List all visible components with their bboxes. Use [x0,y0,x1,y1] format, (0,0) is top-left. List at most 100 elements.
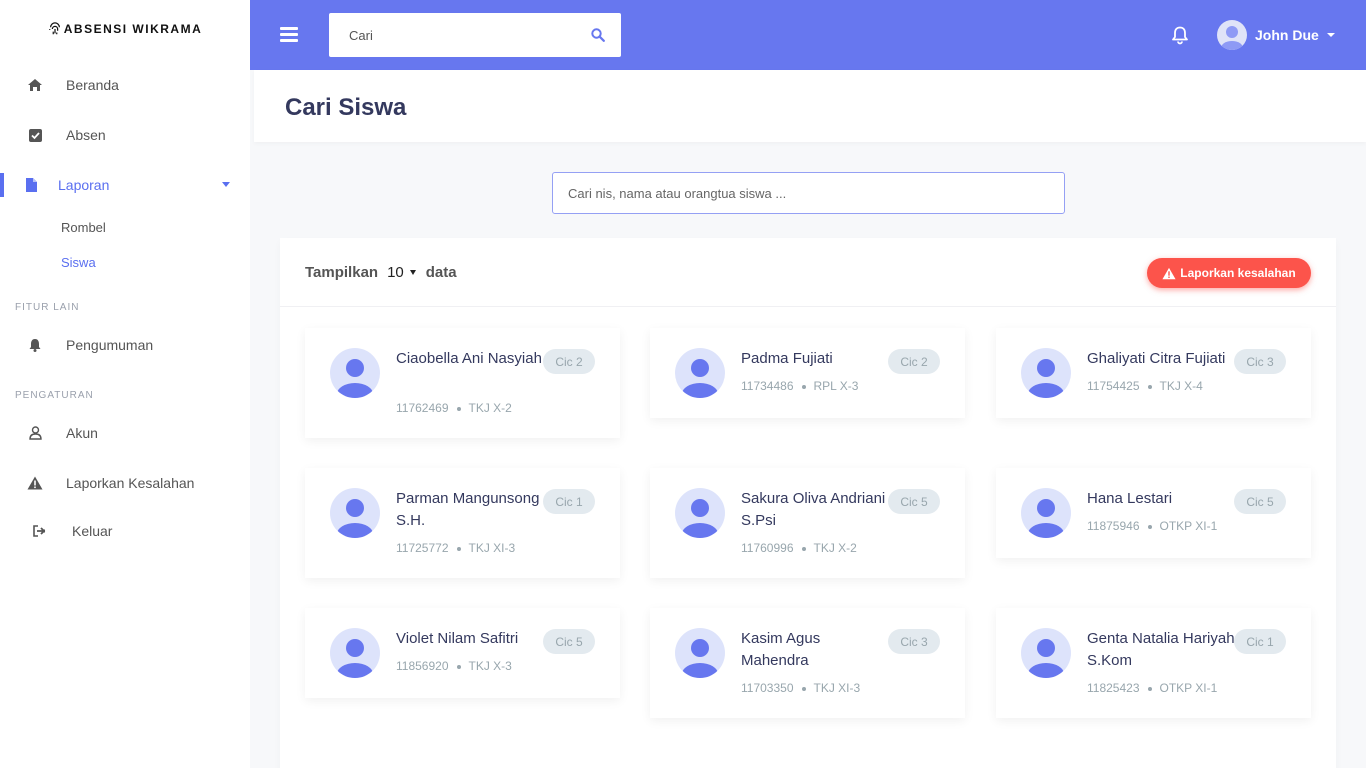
section-label-pengaturan: PENGATURAN [15,389,94,401]
rayon-badge: Cic 3 [888,629,940,654]
student-meta: 11875946 OTKP XI-1 [1087,519,1217,533]
student-avatar [675,488,725,538]
student-rombel: OTKP XI-1 [1159,519,1218,533]
sidebar-item-laporkan-kesalahan[interactable]: Laporkan Kesalahan [0,458,250,508]
rayon-badge: Cic 2 [888,349,940,374]
student-meta: 11734486 RPL X-3 [741,379,858,393]
student-avatar [1021,628,1071,678]
menu-toggle-icon[interactable] [280,27,298,43]
sidebar-item-keluar[interactable]: Keluar [0,508,250,554]
student-meta: 11760996 TKJ X-2 [741,541,857,555]
rayon-badge: Cic 3 [1234,349,1286,374]
student-card[interactable]: Genta Natalia Hariyah S.Kom 11825423 OTKP… [996,608,1311,718]
student-name: Padma Fujiati [741,350,833,367]
student-nis: 11762469 [396,401,449,415]
student-name: Ciaobella Ani Nasyiah [396,350,542,367]
report-button-label: Laporkan kesalahan [1180,266,1296,280]
warning-icon [1162,267,1176,279]
separator-dot [1147,384,1152,389]
topbar: John Due [250,0,1366,70]
user-menu[interactable]: John Due [1217,20,1335,50]
student-card[interactable]: Padma Fujiati 11734486 RPL X-3 Cic 2 [650,328,965,418]
page-header: Cari Siswa [254,70,1366,142]
page-size-select[interactable]: 10 [387,264,416,281]
sidebar-item-akun[interactable]: Akun [0,408,250,458]
student-rombel: TKJ X-2 [813,541,857,555]
page-size-value: 10 [387,264,404,281]
student-meta: 11825423 OTKP XI-1 [1087,681,1217,695]
student-meta: 11762469 TKJ X-2 [396,401,512,415]
student-rombel: TKJ X-2 [468,401,512,415]
sign-out-icon [31,522,49,540]
sidebar-item-label: Keluar [72,523,113,539]
student-avatar [675,348,725,398]
student-meta: 11856920 TKJ X-3 [396,659,512,673]
section-label-fitur-lain: FITUR LAIN [15,301,80,313]
separator-dot [801,546,806,551]
fingerprint-icon [48,21,60,34]
student-name: Ghaliyati Citra Fujiati [1087,350,1226,367]
sidebar: ABSENSI WIKRAMA Beranda Absen Laporan Ro… [0,0,250,768]
student-search-input[interactable] [553,173,1064,213]
student-nis: 11754425 [1087,379,1140,393]
rayon-badge: Cic 5 [1234,489,1286,514]
separator-dot [456,546,461,551]
student-avatar [330,628,380,678]
brand-logo[interactable]: ABSENSI WIKRAMA [0,0,250,60]
student-meta: 11725772 TKJ XI-3 [396,541,515,555]
student-card[interactable]: Ciaobella Ani Nasyiah 11762469 TKJ X-2 Ci… [305,328,620,438]
student-nis: 11856920 [396,659,449,673]
sidebar-item-laporan[interactable]: Laporan [0,160,250,210]
brand-name: ABSENSI WIKRAMA [63,21,203,36]
sidebar-subitem-rombel[interactable]: Rombel [0,210,250,245]
rayon-badge: Cic 5 [543,629,595,654]
rayon-badge: Cic 5 [888,489,940,514]
student-meta: 11703350 TKJ XI-3 [741,681,860,695]
student-rombel: RPL X-3 [813,379,859,393]
sidebar-subitem-siswa[interactable]: Siswa [0,245,250,280]
page-title: Cari Siswa [285,94,407,121]
student-card[interactable]: Kasim Agus Mahendra 11703350 TKJ XI-3 Cic… [650,608,965,718]
sidebar-item-label: Pengumuman [66,337,154,353]
student-card[interactable]: Ghaliyati Citra Fujiati 11754425 TKJ X-4 … [996,328,1311,418]
sidebar-item-label: Beranda [66,77,119,93]
user-name: John Due [1255,27,1319,43]
sidebar-subitem-label: Rombel [61,220,106,235]
avatar [1217,20,1247,50]
student-nis: 11825423 [1087,681,1140,695]
sidebar-item-beranda[interactable]: Beranda [0,60,250,110]
top-search-input[interactable] [329,13,579,57]
student-card[interactable]: Parman Mangunsong S.H. 11725772 TKJ XI-3 … [305,468,620,578]
student-name: Sakura Oliva Andriani S.Psi [741,490,886,529]
check-square-icon [26,126,44,144]
student-name: Parman Mangunsong S.H. [396,490,540,529]
student-rombel: TKJ XI-3 [468,541,516,555]
student-avatar [330,488,380,538]
show-label: Tampilkan [305,264,379,281]
chevron-down-icon [222,182,230,187]
rayon-badge: Cic 2 [543,349,595,374]
student-nis: 11725772 [396,541,449,555]
student-card[interactable]: Hana Lestari 11875946 OTKP XI-1 Cic 5 [996,468,1311,558]
home-icon [26,76,44,94]
student-name: Hana Lestari [1087,490,1173,507]
report-error-button[interactable]: Laporkan kesalahan [1147,258,1311,288]
student-rombel: TKJ XI-3 [813,681,861,695]
student-avatar [1021,348,1071,398]
student-card[interactable]: Sakura Oliva Andriani S.Psi 11760996 TKJ … [650,468,965,578]
student-nis: 11875946 [1087,519,1140,533]
separator-dot [456,664,461,669]
sidebar-item-label: Akun [66,425,98,441]
sidebar-item-label: Laporan [58,177,110,193]
sidebar-subitem-label: Siswa [61,255,96,270]
sidebar-item-absen[interactable]: Absen [0,110,250,160]
notification-bell-icon[interactable] [1170,25,1190,45]
file-icon [22,176,40,194]
rayon-badge: Cic 1 [1234,629,1286,654]
search-icon[interactable] [591,28,605,42]
student-card[interactable]: Violet Nilam Safitri 11856920 TKJ X-3 Cic… [305,608,620,698]
sidebar-item-pengumuman[interactable]: Pengumuman [0,320,250,370]
student-avatar [1021,488,1071,538]
separator-dot [1147,524,1152,529]
sidebar-item-label: Laporkan Kesalahan [66,475,195,491]
